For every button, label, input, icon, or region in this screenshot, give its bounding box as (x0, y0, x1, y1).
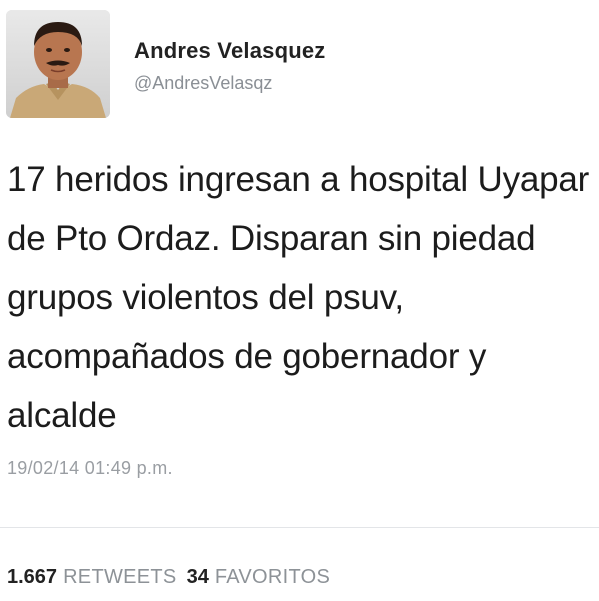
retweets-count[interactable]: 1.667 (7, 566, 57, 588)
favorites-count[interactable]: 34 (187, 566, 209, 588)
author-info: Andres Velasquez @AndresVelasqz (134, 38, 326, 94)
tweet-timestamp[interactable]: 19/02/14 01:49 p.m. (7, 458, 173, 479)
avatar[interactable] (6, 10, 110, 118)
divider (0, 527, 599, 528)
author-name[interactable]: Andres Velasquez (134, 38, 326, 64)
tweet-text: 17 heridos ingresan a hospital Uyapar de… (7, 160, 590, 435)
author-handle[interactable]: @AndresVelasqz (134, 73, 326, 94)
tweet-header: Andres Velasquez @AndresVelasqz (6, 10, 586, 120)
retweets-label[interactable]: RETWEETS (63, 566, 177, 588)
favorites-label[interactable]: FAVORITOS (215, 566, 330, 588)
profile-photo-icon (6, 10, 110, 118)
tweet-card: Andres Velasquez @AndresVelasqz 17 herid… (0, 0, 599, 601)
tweet-stats: 1.667 RETWEETS 34 FAVORITOS (7, 566, 330, 589)
